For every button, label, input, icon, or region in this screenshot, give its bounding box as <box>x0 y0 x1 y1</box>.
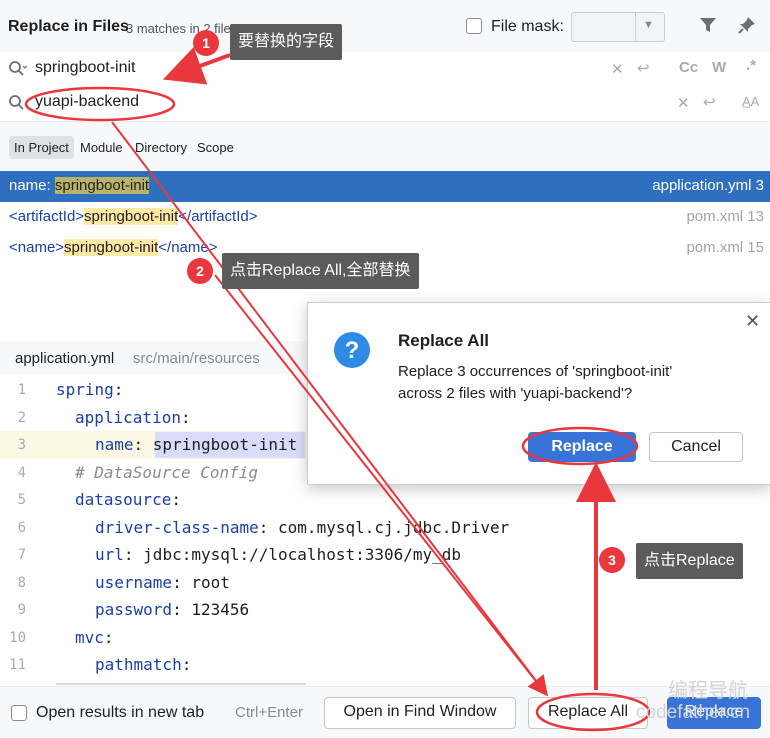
question-icon: ? <box>334 332 370 368</box>
line-number: 8 <box>17 575 26 591</box>
result-open-tag: <artifactId> <box>9 208 85 225</box>
result-close-tag: </name> <box>158 239 218 256</box>
code-line: password: 123456 <box>95 600 250 619</box>
search-input[interactable]: springboot-init <box>35 59 136 77</box>
replace-input[interactable]: yuapi-backend <box>35 93 139 111</box>
regex-toggle[interactable]: .* <box>746 57 756 74</box>
result-row[interactable]: name: springboot-init application.yml 3 <box>0 171 770 202</box>
file-mask-label: File mask: <box>491 18 564 35</box>
filter-icon[interactable] <box>697 14 719 36</box>
line-number: 6 <box>17 520 26 536</box>
step-badge: 1 <box>193 30 219 56</box>
svg-text:?: ? <box>345 337 360 364</box>
watermark-logo: 编程导航 <box>668 680 748 702</box>
result-match: springboot-init <box>54 177 150 194</box>
code-comment: # DataSource Config <box>75 463 259 482</box>
result-match: springboot-init <box>84 208 179 225</box>
open-new-tab-label: Open results in new tab <box>36 704 205 721</box>
result-match: springboot-init <box>64 239 159 256</box>
annotation-callout: 点击Replace All,全部替换 <box>222 253 419 289</box>
tab-directory[interactable]: Directory <box>135 140 187 155</box>
code-line: name: springboot-init <box>95 435 298 454</box>
annotation-callout: 要替换的字段 <box>230 24 343 60</box>
open-in-find-window-button[interactable]: Open in Find Window <box>324 697 516 729</box>
line-number: 1 <box>17 382 26 398</box>
clear-icon[interactable]: ✕ <box>611 60 624 78</box>
replace-all-button[interactable]: Replace All <box>528 697 648 729</box>
result-close-tag: </artifactId> <box>178 208 258 225</box>
line-number: 5 <box>17 492 26 508</box>
result-row[interactable]: <artifactId>springboot-init</artifactId>… <box>0 202 770 233</box>
file-mask-checkbox[interactable] <box>466 18 482 34</box>
search-icon <box>9 95 24 110</box>
result-location: pom.xml 15 <box>686 239 764 256</box>
result-location: pom.xml 13 <box>686 208 764 225</box>
code-line: spring: <box>56 380 124 399</box>
open-new-tab-checkbox[interactable] <box>11 705 27 721</box>
line-number: 11 <box>9 657 26 673</box>
code-line: url: jdbc:mysql://localhost:3306/my_db <box>95 545 462 564</box>
chevron-down-icon: ▼ <box>643 19 654 31</box>
search-icon[interactable] <box>8 60 28 78</box>
result-location: application.yml 3 <box>652 177 764 194</box>
tab-scope[interactable]: Scope <box>197 140 234 155</box>
code-line: mvc: <box>75 628 114 647</box>
line-number: 7 <box>17 547 26 563</box>
tab-module[interactable]: Module <box>80 140 123 155</box>
dialog-message: Replace 3 occurrences of 'springboot-ini… <box>398 363 673 380</box>
dialog-message: across 2 files with 'yuapi-backend'? <box>398 385 633 402</box>
line-number: 10 <box>9 630 26 646</box>
tab-in-project[interactable]: In Project <box>9 136 74 159</box>
annotation-callout: 点击Replace <box>636 543 743 579</box>
search-row: springboot-init ✕ ↩ Cc W .* <box>0 52 770 87</box>
preview-file-path: src/main/resources <box>133 350 260 367</box>
pin-icon[interactable] <box>736 14 758 36</box>
code-line: datasource: <box>75 490 181 509</box>
result-open-tag: <name> <box>9 239 65 256</box>
preview-file-name: application.yml <box>15 350 115 367</box>
code-line: application: <box>75 408 191 427</box>
file-mask-combo[interactable]: ▼ <box>571 12 665 42</box>
clear-icon[interactable]: ✕ <box>677 94 690 112</box>
preserve-case-toggle[interactable]: A̲A <box>742 94 759 109</box>
line-number: 2 <box>17 410 26 426</box>
close-icon[interactable]: ✕ <box>745 311 760 332</box>
line-number: 3 <box>17 437 26 453</box>
newline-icon[interactable]: ↩ <box>637 59 650 77</box>
newline-icon[interactable]: ↩ <box>703 93 716 111</box>
watermark-url: codefather.cn <box>636 702 751 723</box>
code-line: driver-class-name: com.mysql.cj.jdbc.Dri… <box>95 518 510 537</box>
replace-row: yuapi-backend ✕ ↩ A̲A <box>0 86 770 122</box>
dialog-cancel-button[interactable]: Cancel <box>649 432 743 462</box>
shortcut-hint: Ctrl+Enter <box>235 704 303 721</box>
step-badge: 2 <box>187 258 213 284</box>
code-line: pathmatch: <box>95 655 192 674</box>
horizontal-scrollbar[interactable] <box>56 683 306 685</box>
step-badge: 3 <box>599 547 625 573</box>
code-line: username: root <box>95 573 230 592</box>
line-number: 9 <box>17 602 26 618</box>
dialog-title: Replace All <box>398 331 490 350</box>
whole-word-toggle[interactable]: W <box>712 59 726 76</box>
line-number: 4 <box>17 465 26 481</box>
dialog-replace-button[interactable]: Replace <box>528 432 636 462</box>
match-case-toggle[interactable]: Cc <box>679 59 698 76</box>
match-count: 3 matches in 2 files <box>126 21 238 36</box>
window-title: Replace in Files <box>8 18 129 35</box>
result-prefix: name: <box>9 177 55 194</box>
